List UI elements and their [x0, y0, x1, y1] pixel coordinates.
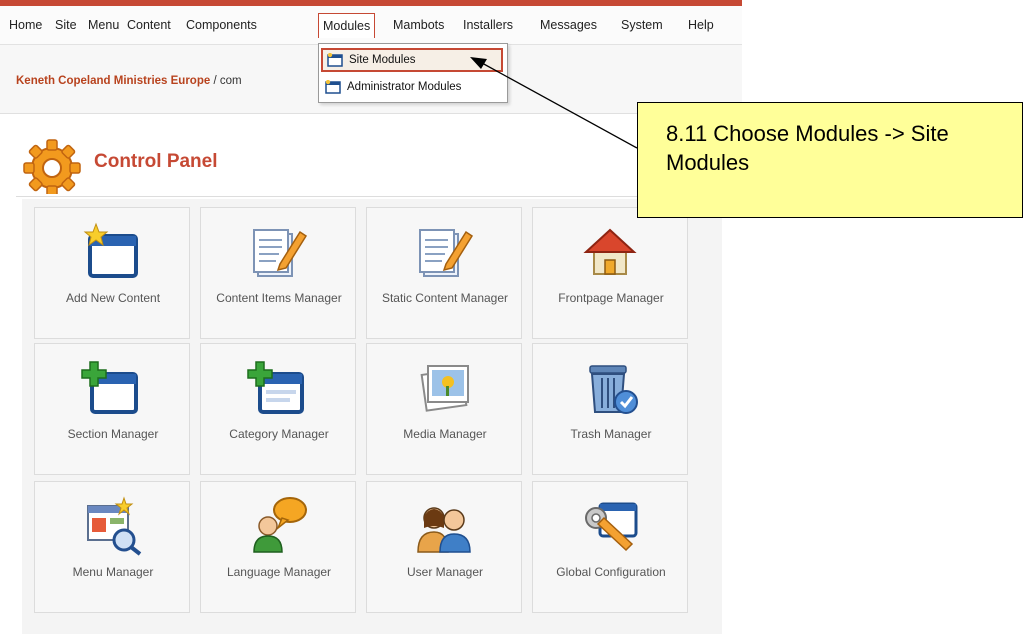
- tile-media-manager[interactable]: Media Manager: [366, 343, 522, 475]
- breadcrumb: Keneth Copeland Ministries Europe / com: [16, 75, 242, 87]
- menu-site[interactable]: Site: [55, 18, 77, 32]
- instruction-callout: 8.11 Choose Modules -> Site Modules: [637, 102, 1023, 218]
- tile-frontpage-manager[interactable]: Frontpage Manager: [532, 207, 688, 339]
- tile-language-manager[interactable]: Language Manager: [200, 481, 356, 613]
- tile-label: Static Content Manager: [381, 291, 509, 305]
- user-icon: [417, 507, 471, 553]
- menu-modules[interactable]: Modules: [318, 13, 376, 38]
- page-title: Control Panel: [94, 151, 218, 172]
- menu-menu[interactable]: Menu: [88, 18, 119, 32]
- tile-global-configuration[interactable]: Global Configuration: [532, 481, 688, 613]
- tile-static-content-manager[interactable]: Static Content Manager: [366, 207, 522, 339]
- tile-label: Content Items Manager: [216, 291, 342, 305]
- dropdown-item-administrator-modules[interactable]: Administrator Modules: [321, 75, 503, 99]
- module-window-icon: [327, 53, 343, 67]
- menu-help[interactable]: Help: [688, 18, 714, 32]
- breadcrumb-site-name[interactable]: Keneth Copeland Ministries Europe: [16, 75, 210, 87]
- joomla-admin-screenshot: Home Site Menu Content Components Module…: [0, 0, 742, 634]
- tile-section-manager[interactable]: Section Manager: [34, 343, 190, 475]
- tile-label: Frontpage Manager: [558, 291, 664, 305]
- add-content-icon: [83, 222, 138, 278]
- tile-menu-manager[interactable]: Menu Manager: [34, 481, 190, 613]
- dropdown-item-label: Administrator Modules: [347, 81, 462, 93]
- tile-label: Global Configuration: [556, 565, 666, 579]
- tile-label: Add New Content: [65, 291, 161, 305]
- menu-system[interactable]: System: [621, 18, 663, 32]
- breadcrumb-rest: / com: [210, 75, 242, 87]
- module-window-icon: [325, 80, 341, 94]
- trash-icon: [589, 365, 638, 414]
- tile-label: Language Manager: [226, 565, 332, 579]
- tile-user-manager[interactable]: User Manager: [366, 481, 522, 613]
- control-panel-gear-icon: [23, 139, 81, 194]
- tile-label: Section Manager: [67, 427, 159, 441]
- tile-content-items-manager[interactable]: Content Items Manager: [200, 207, 356, 339]
- menu-home[interactable]: Home: [9, 18, 42, 32]
- menu-content[interactable]: Content: [127, 18, 171, 32]
- tile-label: User Manager: [406, 565, 484, 579]
- tile-label: Category Manager: [229, 427, 329, 441]
- tile-label: Media Manager: [403, 427, 487, 441]
- global-config-icon: [585, 502, 638, 552]
- tile-add-new-content[interactable]: Add New Content: [34, 207, 190, 339]
- media-icon: [420, 365, 469, 412]
- dropdown-item-label: Site Modules: [349, 54, 416, 66]
- frontpage-icon: [583, 228, 637, 275]
- menu-components[interactable]: Components: [186, 18, 257, 32]
- menu-mambots[interactable]: Mambots: [393, 18, 444, 32]
- language-icon: [253, 497, 307, 553]
- menu-manager-icon: [87, 496, 142, 556]
- main-menu-bar: Home Site Menu Content Components Module…: [0, 6, 742, 45]
- callout-text: 8.11 Choose Modules -> Site Modules: [666, 121, 949, 175]
- section-icon: [81, 361, 138, 414]
- menu-messages[interactable]: Messages: [540, 18, 597, 32]
- category-icon: [247, 361, 304, 414]
- tile-label: Trash Manager: [570, 427, 652, 441]
- content-items-icon: [253, 229, 308, 277]
- tile-category-manager[interactable]: Category Manager: [200, 343, 356, 475]
- tile-label: Menu Manager: [72, 565, 154, 579]
- tile-trash-manager[interactable]: Trash Manager: [532, 343, 688, 475]
- control-panel-grid: Add New Content Content Items Manager St…: [22, 199, 722, 634]
- dropdown-item-site-modules[interactable]: Site Modules: [321, 48, 503, 72]
- modules-dropdown-menu: Site Modules Administrator Modules: [318, 43, 508, 103]
- title-divider: [16, 196, 740, 197]
- static-content-icon: [419, 229, 474, 277]
- menu-installers[interactable]: Installers: [463, 18, 513, 32]
